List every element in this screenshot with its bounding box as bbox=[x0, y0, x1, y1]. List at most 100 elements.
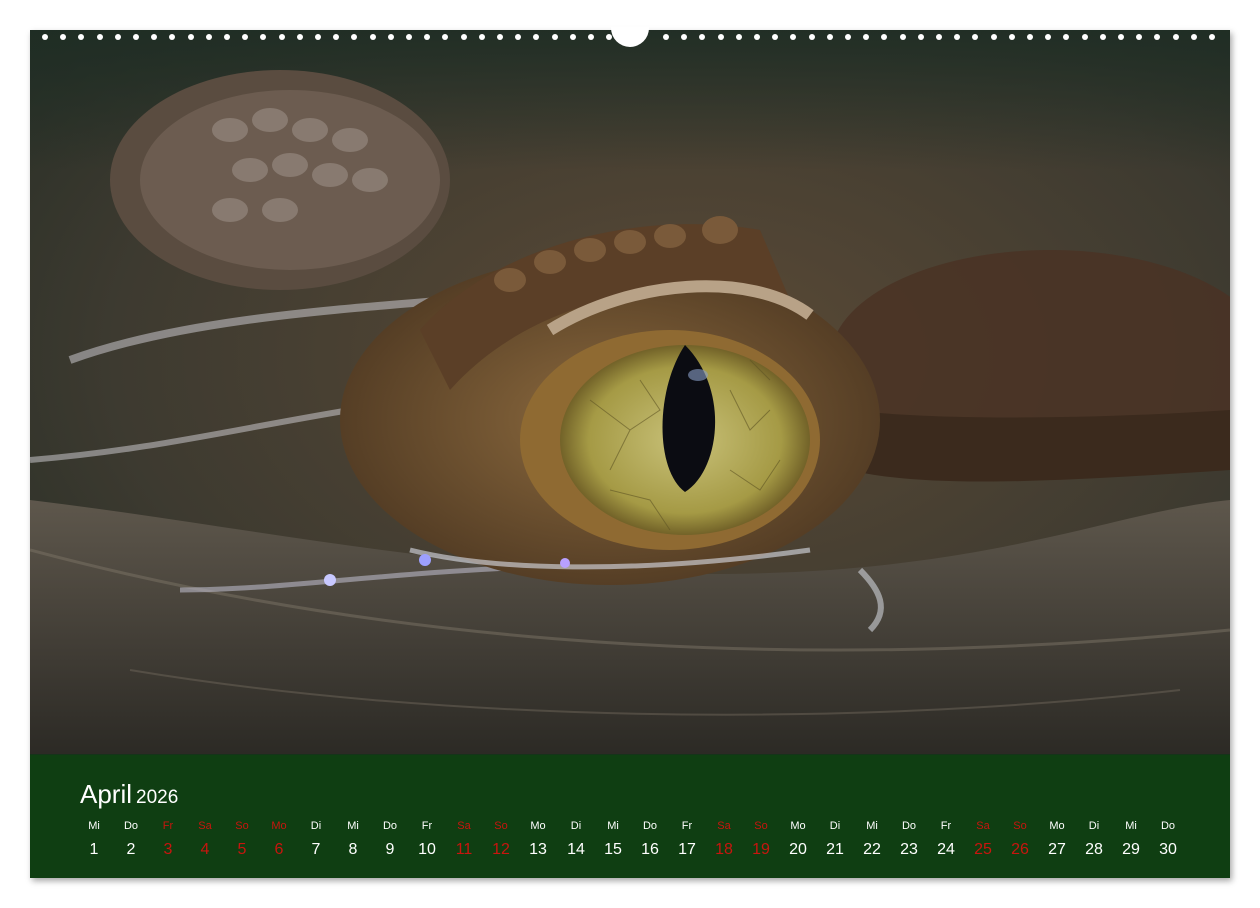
calendar-band: April 2026 Mi 1 Do 2 Fr 3 Sa 4 So 5 Mo 6 Di 7 Mi 8 Do 9 Fr 1… bbox=[30, 755, 1230, 878]
binding-hole bbox=[461, 34, 467, 40]
binding-hole bbox=[881, 34, 887, 40]
binding-hole bbox=[972, 34, 978, 40]
binding-hole bbox=[115, 34, 121, 40]
binding-hole bbox=[900, 34, 906, 40]
weekday-label: Do bbox=[1160, 820, 1176, 832]
weekday-label: Mo bbox=[790, 820, 806, 832]
binding-hole bbox=[260, 34, 266, 40]
day-number: 22 bbox=[863, 841, 881, 858]
day-number: 18 bbox=[715, 841, 733, 858]
binding-hole bbox=[78, 34, 84, 40]
binding-hole bbox=[809, 34, 815, 40]
weekday-label: Di bbox=[829, 820, 841, 832]
day-number: 25 bbox=[974, 841, 992, 858]
weekday-label: Mo bbox=[271, 820, 287, 832]
weekday-label: Do bbox=[382, 820, 398, 832]
weekday-label: Di bbox=[570, 820, 582, 832]
day-number: 8 bbox=[348, 841, 358, 858]
day-number: 11 bbox=[455, 841, 473, 858]
day-number: 23 bbox=[900, 841, 918, 858]
binding-hole bbox=[1191, 34, 1197, 40]
day-number: 21 bbox=[826, 841, 844, 858]
binding-hole bbox=[1045, 34, 1051, 40]
binding-hole bbox=[479, 34, 485, 40]
weekday-label: Fr bbox=[162, 820, 174, 832]
day-number: 5 bbox=[237, 841, 247, 858]
binding-hole bbox=[370, 34, 376, 40]
binding-hole bbox=[406, 34, 412, 40]
weekday-label: Sa bbox=[198, 820, 212, 832]
binding-hole bbox=[1009, 34, 1015, 40]
weekday-label: Di bbox=[1088, 820, 1100, 832]
binding-hole bbox=[279, 34, 285, 40]
binding-hole bbox=[351, 34, 357, 40]
weekday-label: Mo bbox=[530, 820, 546, 832]
binding-hole bbox=[151, 34, 157, 40]
binding-hole bbox=[863, 34, 869, 40]
binding-hole bbox=[97, 34, 103, 40]
binding-hole bbox=[206, 34, 212, 40]
binding-hole bbox=[718, 34, 724, 40]
binding-hole bbox=[60, 34, 66, 40]
day-number: 13 bbox=[529, 841, 547, 858]
binding-hole bbox=[918, 34, 924, 40]
binding-hole bbox=[315, 34, 321, 40]
binding-hole bbox=[188, 34, 194, 40]
binding-hole bbox=[224, 34, 230, 40]
binding-hole bbox=[663, 34, 669, 40]
day-number: 2 bbox=[126, 841, 136, 858]
binding-hole bbox=[442, 34, 448, 40]
binding-hole bbox=[1209, 34, 1215, 40]
month-year: 2026 bbox=[136, 787, 179, 808]
day-number: 12 bbox=[492, 841, 510, 858]
day-number: 9 bbox=[385, 841, 395, 858]
binding-hole bbox=[552, 34, 558, 40]
binding-hole bbox=[954, 34, 960, 40]
binding-hole bbox=[1118, 34, 1124, 40]
binding-hole bbox=[1100, 34, 1106, 40]
day-number: 4 bbox=[200, 841, 210, 858]
binding-hole bbox=[515, 34, 521, 40]
weekday-label: Fr bbox=[421, 820, 433, 832]
day-number: 30 bbox=[1159, 841, 1177, 858]
day-number: 26 bbox=[1011, 841, 1029, 858]
weekday-label: Mo bbox=[1049, 820, 1065, 832]
binding-hole bbox=[681, 34, 687, 40]
weekday-label: Fr bbox=[940, 820, 952, 832]
day-number: 7 bbox=[311, 841, 321, 858]
binding-hole bbox=[754, 34, 760, 40]
weekday-label: Di bbox=[310, 820, 322, 832]
day-number: 17 bbox=[678, 841, 696, 858]
binding-hole bbox=[42, 34, 48, 40]
binding-hole bbox=[736, 34, 742, 40]
hanger-notch bbox=[611, 27, 649, 47]
weekday-label: So bbox=[754, 820, 768, 832]
month-heading: April 2026 bbox=[80, 779, 178, 810]
binding-holes bbox=[30, 27, 1230, 50]
binding-hole bbox=[497, 34, 503, 40]
day-number: 15 bbox=[604, 841, 622, 858]
binding-hole bbox=[588, 34, 594, 40]
weekday-label: Mi bbox=[1125, 820, 1137, 832]
binding-hole bbox=[699, 34, 705, 40]
binding-hole bbox=[845, 34, 851, 40]
binding-hole bbox=[790, 34, 796, 40]
day-number: 10 bbox=[418, 841, 436, 858]
weekday-label: Mi bbox=[347, 820, 359, 832]
binding-hole bbox=[1173, 34, 1179, 40]
binding-hole bbox=[424, 34, 430, 40]
weekday-label: Mi bbox=[866, 820, 878, 832]
day-number: 28 bbox=[1085, 841, 1103, 858]
calendar-page: April 2026 Mi 1 Do 2 Fr 3 Sa 4 So 5 Mo 6 Di 7 Mi 8 Do 9 Fr 1… bbox=[30, 27, 1230, 878]
weekday-label: So bbox=[1013, 820, 1027, 832]
day-number: 16 bbox=[641, 841, 659, 858]
day-number: 24 bbox=[937, 841, 955, 858]
binding-hole bbox=[169, 34, 175, 40]
binding-hole bbox=[570, 34, 576, 40]
binding-hole bbox=[242, 34, 248, 40]
day-number: 3 bbox=[163, 841, 173, 858]
day-number: 27 bbox=[1048, 841, 1066, 858]
binding-hole bbox=[772, 34, 778, 40]
day-number: 1 bbox=[89, 841, 99, 858]
weekday-label: Do bbox=[901, 820, 917, 832]
